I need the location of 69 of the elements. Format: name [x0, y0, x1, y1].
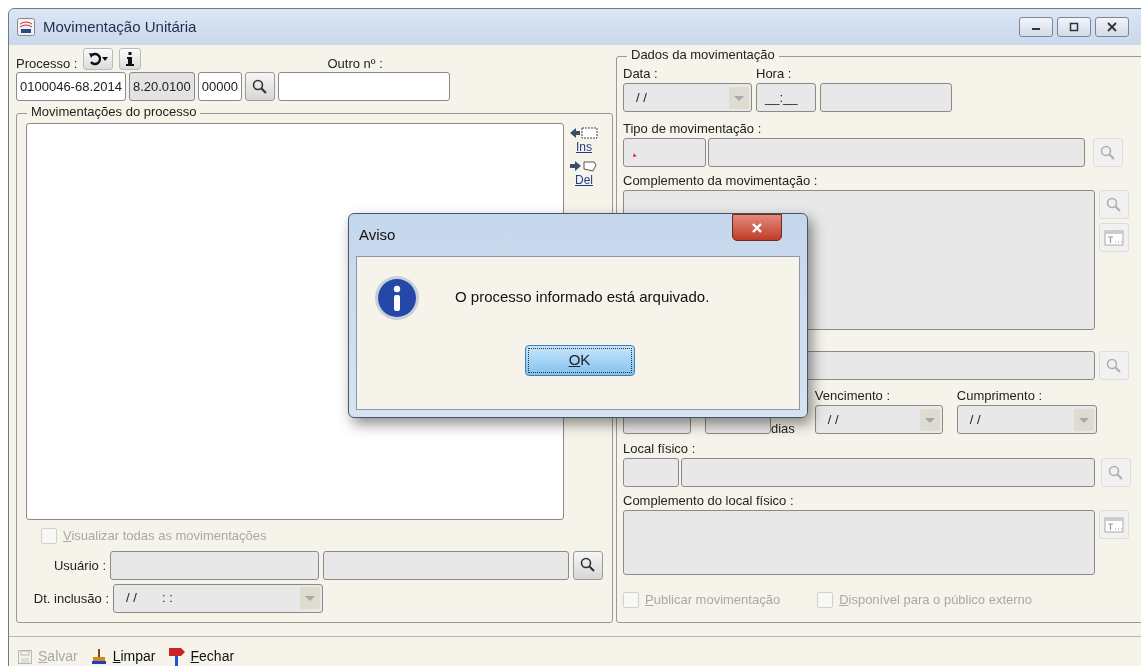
time-field[interactable]: __:__	[756, 83, 816, 112]
undo-button[interactable]	[83, 48, 114, 70]
group-title: Movimentações do processo	[27, 105, 201, 118]
type-code-field[interactable]	[623, 138, 706, 167]
field-label: Data :	[623, 67, 659, 80]
process-number-field[interactable]: 0100046-68.2014	[16, 72, 126, 101]
info-button[interactable]	[119, 48, 142, 70]
field-label: Usuário :	[53, 558, 106, 572]
location-code-field[interactable]	[623, 458, 679, 487]
delete-row-icon	[569, 159, 599, 173]
field-label: Vencimento :	[814, 389, 891, 402]
search-icon	[580, 557, 596, 573]
field-label: Outro nº :	[327, 57, 383, 70]
date-dropdown[interactable]: / / : :	[113, 583, 323, 613]
caret-icon	[102, 57, 109, 61]
field-label: Hora :	[756, 67, 793, 80]
field-label: Local físico :	[623, 442, 697, 455]
process-number-field[interactable]: 00000	[197, 72, 242, 101]
field-label: Dt. inclusão :	[33, 591, 109, 605]
maximize-icon	[1068, 22, 1080, 32]
field-label: Processo :	[16, 57, 78, 70]
date-dropdown[interactable]: / /	[956, 405, 1097, 434]
dialog-title: Aviso	[359, 224, 396, 245]
user-name-field[interactable]	[323, 550, 569, 580]
search-icon	[1106, 357, 1122, 374]
search-button[interactable]	[573, 550, 603, 580]
info-icon	[126, 52, 135, 66]
minimize-button[interactable]	[1019, 17, 1053, 37]
close-icon	[751, 222, 763, 233]
search-button[interactable]	[244, 72, 275, 101]
text-editor-button[interactable]	[1099, 510, 1129, 539]
undo-icon	[88, 52, 102, 66]
text-field[interactable]	[820, 83, 952, 112]
other-number-field[interactable]	[277, 72, 450, 101]
info-icon	[374, 275, 420, 321]
group-title: Dados da movimentação	[627, 48, 779, 61]
search-icon	[1100, 144, 1116, 161]
ok-button[interactable]: OK	[524, 345, 635, 376]
field-label: Complemento do local físico :	[623, 494, 795, 507]
field-label: Complemento da movimentação :	[623, 174, 819, 187]
list-action-button[interactable]: Ins	[569, 126, 599, 155]
app-icon	[17, 18, 35, 36]
signpost-icon	[167, 646, 186, 666]
search-icon	[1106, 196, 1122, 213]
dialog-message: O processo informado está arquivado.	[455, 287, 710, 307]
close-button[interactable]	[732, 214, 782, 241]
text-editor-icon	[1104, 229, 1124, 246]
days-label: dias	[771, 422, 795, 435]
toolbar-button[interactable]: Fechar	[167, 646, 235, 666]
text-editor-button[interactable]	[1099, 223, 1129, 252]
toolbar-button[interactable]: Limpar	[89, 646, 156, 666]
window-title: Movimentação Unitária	[43, 16, 198, 37]
type-name-field[interactable]	[708, 138, 1085, 167]
close-button[interactable]	[1095, 17, 1129, 37]
field-label: Tipo de movimentação :	[623, 122, 763, 135]
location-name-field[interactable]	[681, 458, 1095, 487]
broom-icon	[89, 647, 108, 666]
maximize-button[interactable]	[1057, 17, 1091, 37]
date-dropdown[interactable]: / /	[814, 405, 943, 434]
search-icon	[251, 78, 268, 95]
location-complement-text-area[interactable]	[623, 510, 1095, 575]
field-label: Cumprimento :	[956, 389, 1044, 402]
text-editor-icon	[1104, 516, 1124, 533]
close-icon	[1106, 22, 1118, 32]
search-icon	[1108, 464, 1124, 481]
date-dropdown[interactable]: / /	[623, 83, 752, 112]
list-action-button[interactable]: Del	[569, 159, 599, 188]
user-code-field[interactable]	[110, 550, 319, 580]
insert-row-icon	[569, 126, 599, 140]
